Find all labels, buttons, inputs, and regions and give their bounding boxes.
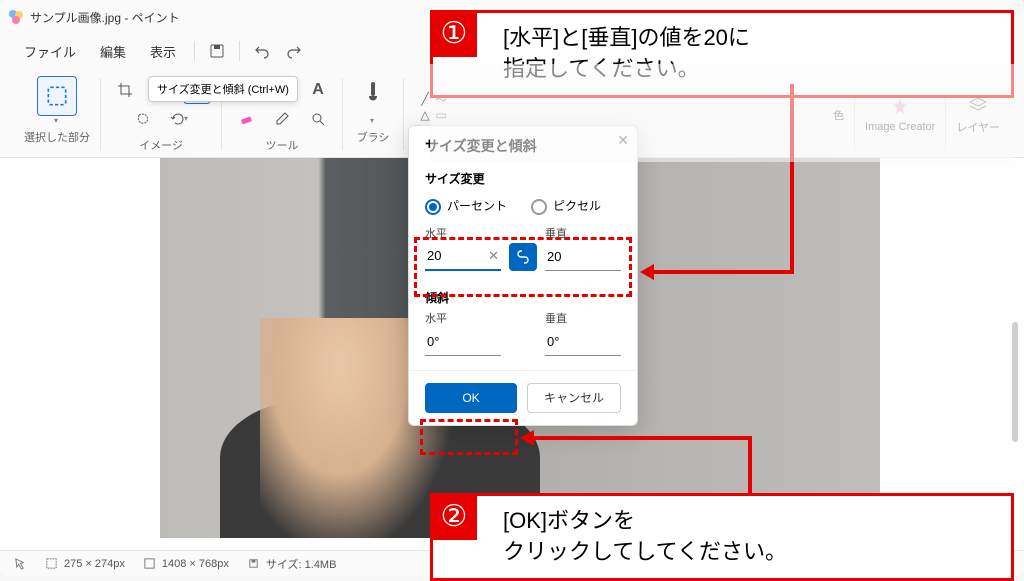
menu-edit[interactable]: 編集 xyxy=(90,38,136,65)
clear-icon[interactable]: ✕ xyxy=(488,248,499,264)
skew-v-label: 垂直 xyxy=(545,310,621,326)
cancel-button[interactable]: キャンセル xyxy=(527,383,621,413)
menu-view[interactable]: 表示 xyxy=(140,38,186,65)
ribbon-group-selection: ▾ 選択した部分 xyxy=(14,72,100,157)
resize-section-label: サイズ変更 xyxy=(409,166,637,191)
triangle-shape-icon[interactable]: △ xyxy=(418,108,432,122)
annotation-arrow-1 xyxy=(790,84,794,274)
menu-file[interactable]: ファイル xyxy=(14,38,86,65)
rect-shape-icon[interactable]: ▭ xyxy=(434,108,448,122)
image-label: イメージ xyxy=(139,137,183,153)
aspect-lock-icon[interactable] xyxy=(509,243,537,271)
radio-pixel[interactable]: ピクセル xyxy=(531,197,601,215)
eyedropper-icon[interactable] xyxy=(268,105,296,133)
canvas-size: 1408 × 768px xyxy=(143,557,229,570)
layers-label: レイヤー xyxy=(956,119,1000,135)
save-icon[interactable] xyxy=(203,37,231,65)
skew-section-label: 傾斜 xyxy=(409,285,637,310)
horizontal-input[interactable]: 20✕ xyxy=(425,243,501,271)
cursor-tool-indicator xyxy=(14,557,27,570)
annotation-callout-2: ② [OK]ボタンを クリックしてしてください。 xyxy=(430,493,1014,581)
window-title: サンプル画像.jpg - ペイント xyxy=(30,9,180,26)
rotate-icon[interactable]: ▾ xyxy=(165,105,193,133)
chevron-down-icon[interactable]: ▾ xyxy=(54,116,58,125)
file-size: サイズ: 1.4MB xyxy=(247,556,337,572)
crop-icon[interactable] xyxy=(111,76,139,104)
brush-label: ブラシ xyxy=(357,129,390,145)
eraser-icon[interactable] xyxy=(232,105,260,133)
annotation-badge-2: ② xyxy=(431,494,477,540)
vertical-scrollbar[interactable] xyxy=(1008,322,1022,522)
skew-h-label: 水平 xyxy=(425,310,501,326)
skew-vertical-input[interactable]: 0° xyxy=(545,328,621,356)
tool-label: ツール xyxy=(266,137,299,153)
radio-percent[interactable]: パーセント xyxy=(425,197,507,215)
text-icon[interactable]: A xyxy=(304,76,332,104)
resize-skew-dialog: ✕ サイズ変更と傾斜 サイズ変更 パーセント ピクセル 水平 20✕ 垂直 20… xyxy=(408,125,638,426)
dialog-close-icon[interactable]: ✕ xyxy=(617,132,629,149)
freeform-select-icon[interactable] xyxy=(129,105,157,133)
paint-app-icon xyxy=(8,9,24,25)
annotation-callout-1: ① [水平]と[垂直]の値を20に 指定してください。 xyxy=(430,10,1014,98)
image-creator-label: Image Creator xyxy=(865,121,935,133)
annotation-text-1: [水平]と[垂直]の値を20に 指定してください。 xyxy=(503,23,997,85)
skew-horizontal-input[interactable]: 0° xyxy=(425,328,501,356)
selection-size: 275 × 274px xyxy=(45,557,125,570)
chevron-down-icon[interactable]: ▾ xyxy=(370,116,374,125)
magnifier-icon[interactable] xyxy=(304,105,332,133)
selection-tool[interactable] xyxy=(37,76,77,116)
annotation-text-2: [OK]ボタンを クリックしてしてください。 xyxy=(503,506,997,568)
dialog-title: サイズ変更と傾斜 xyxy=(409,130,637,166)
vertical-label: 垂直 xyxy=(545,225,621,241)
color-label: 色 xyxy=(823,103,854,127)
annotation-arrow-2 xyxy=(532,436,752,440)
horizontal-label: 水平 xyxy=(425,225,501,241)
selection-label: 選択した部分 xyxy=(24,129,90,145)
image-creator-icon[interactable] xyxy=(890,97,910,117)
vertical-input[interactable]: 20 xyxy=(545,243,621,271)
brush-icon[interactable] xyxy=(353,76,393,116)
annotation-badge-1: ① xyxy=(431,11,477,57)
undo-icon[interactable] xyxy=(248,37,276,65)
ribbon-group-brush: ▾ ブラシ xyxy=(343,72,403,157)
ok-button[interactable]: OK xyxy=(425,383,517,413)
redo-icon[interactable] xyxy=(280,37,308,65)
resize-tooltip: サイズ変更と傾斜 (Ctrl+W) xyxy=(148,76,298,102)
